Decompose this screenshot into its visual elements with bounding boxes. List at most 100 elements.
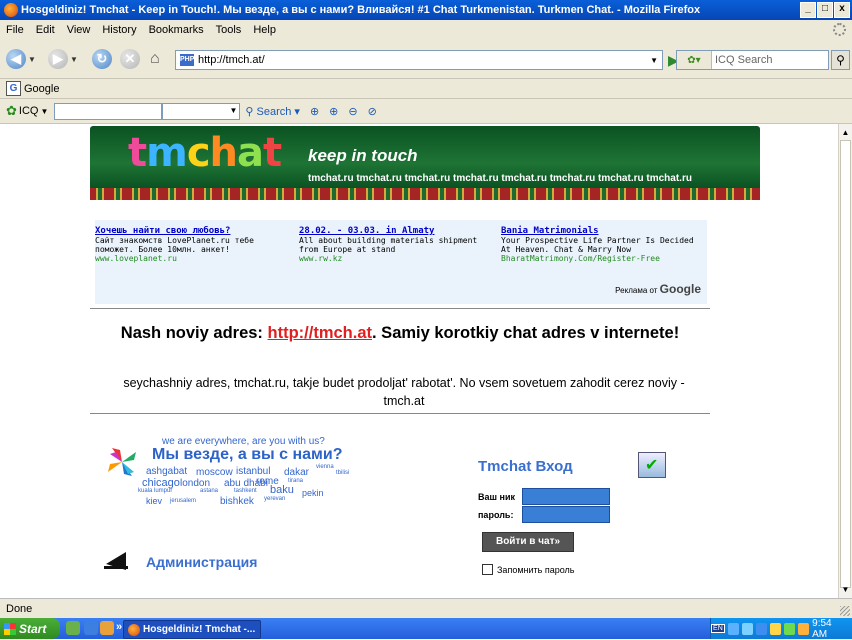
ad-title-link[interactable]: 28.02. - 03.03. in Almaty xyxy=(299,226,494,236)
password-label: пароль: xyxy=(478,510,514,520)
zoom-out-icon[interactable]: ⊖ xyxy=(348,105,357,118)
stop-button[interactable]: ✕ xyxy=(120,48,140,70)
ad-title-link[interactable]: Хочешь найти свою любовь? xyxy=(95,226,290,236)
google-toolbar: G Google xyxy=(0,79,852,99)
tmchat-logo[interactable]: tmchat xyxy=(128,130,282,176)
tray-app-icon[interactable] xyxy=(798,622,810,635)
highlight-pen-icon[interactable]: ⊘ xyxy=(368,105,377,118)
city-tag: moscow xyxy=(196,467,233,478)
network2-icon[interactable] xyxy=(741,622,753,635)
ad-block: Хочешь найти свою любовь? Сайт знакомств… xyxy=(95,220,707,304)
ad-url[interactable]: www.rw.kz xyxy=(299,254,494,263)
firefox-icon xyxy=(4,3,18,17)
remember-checkbox[interactable] xyxy=(482,564,493,575)
forward-arrow-icon: ▶ xyxy=(48,49,68,69)
city-tag: pekin xyxy=(302,488,324,498)
start-label: Start xyxy=(19,621,47,636)
menu-file[interactable]: File xyxy=(0,24,30,36)
shield-icon[interactable] xyxy=(755,622,767,635)
url-bar[interactable]: PHP http://tmch.at/ ▼ xyxy=(175,50,663,70)
ad-url[interactable]: BharatMatrimony.Com/Register-Free xyxy=(501,254,696,263)
ad-item: 28.02. - 03.03. in Almaty All about buil… xyxy=(299,226,494,263)
ads-by-google[interactable]: Реклама от Google xyxy=(615,282,701,296)
search-magnifier-icon[interactable]: ⚲ xyxy=(831,50,850,70)
minimize-button[interactable]: _ xyxy=(800,2,816,18)
city-tag: tbilisi xyxy=(336,470,350,476)
scroll-down-icon[interactable]: ▼ xyxy=(839,583,852,596)
ad-url[interactable]: www.loveplanet.ru xyxy=(95,254,290,263)
login-panel: Tmchat Вход Ваш ник пароль: Войти в чат»… xyxy=(472,442,702,592)
pinwheel-icon xyxy=(108,448,136,476)
logo-letter: h xyxy=(209,130,239,176)
icq-search-input[interactable] xyxy=(54,102,163,120)
google-toolbar-label[interactable]: Google xyxy=(24,83,59,95)
back-button[interactable]: ◀ ▼ xyxy=(6,48,36,70)
scroll-up-icon[interactable]: ▲ xyxy=(839,126,852,139)
logo-letter: t xyxy=(128,130,147,176)
reload-button[interactable]: ↻ xyxy=(92,48,112,70)
new-address-link[interactable]: http://tmch.at xyxy=(268,324,373,342)
city-cloud: we are everywhere, are you with us? Мы в… xyxy=(104,436,354,507)
power-icon[interactable] xyxy=(769,622,782,635)
icq-tray-icon[interactable] xyxy=(784,622,796,635)
taskbar-firefox-window[interactable]: Hosgeldiniz! Tmchat -... xyxy=(123,620,261,639)
google-g-icon[interactable]: G xyxy=(6,81,21,96)
city-tag: baku xyxy=(270,484,294,496)
quicklaunch-media-icon[interactable] xyxy=(100,621,114,635)
forward-button[interactable]: ▶ ▼ xyxy=(48,48,78,70)
search-engine-icon[interactable]: ✿▾ xyxy=(677,51,712,69)
search-placeholder: ICQ Search xyxy=(715,54,773,66)
home-button[interactable]: ⌂ xyxy=(150,48,160,70)
menu-edit[interactable]: Edit xyxy=(30,24,61,36)
url-text: http://tmch.at/ xyxy=(198,54,265,66)
administration-label: Администрация xyxy=(146,554,258,570)
icq-search-button[interactable]: ⚲ Search ▾ xyxy=(245,105,300,118)
back-dropdown-icon[interactable]: ▼ xyxy=(28,55,36,64)
quicklaunch-desktop-icon[interactable] xyxy=(66,621,80,635)
maximize-button[interactable]: □ xyxy=(817,2,833,18)
login-submit-button[interactable]: Войти в чат» xyxy=(482,532,574,552)
menu-view[interactable]: View xyxy=(61,24,97,36)
headline-text: . Samiy korotkiy chat adres v internete! xyxy=(372,324,680,342)
nick-input[interactable] xyxy=(522,488,610,505)
zoom-in-icon[interactable]: ⊕ xyxy=(310,105,319,118)
icq-search-label: Search xyxy=(256,105,292,118)
resize-grip-icon[interactable] xyxy=(840,606,850,616)
logo-letter: m xyxy=(146,130,188,176)
start-button[interactable]: Start xyxy=(0,618,60,639)
password-input[interactable] xyxy=(522,506,610,523)
city-tag: vienna xyxy=(316,464,334,470)
windows-logo-icon xyxy=(4,622,16,635)
menu-bookmarks[interactable]: Bookmarks xyxy=(143,24,210,36)
ad-item: Хочешь найти свою любовь? Сайт знакомств… xyxy=(95,226,290,263)
city-tag: dakar xyxy=(284,467,310,478)
forward-dropdown-icon[interactable]: ▼ xyxy=(70,55,78,64)
icq-search-history-select[interactable] xyxy=(162,102,241,120)
search-input[interactable]: ✿▾ ICQ Search xyxy=(676,50,829,70)
icq-dropdown-icon[interactable]: ▼ xyxy=(40,107,48,116)
menu-tools[interactable]: Tools xyxy=(210,24,248,36)
menu-help[interactable]: Help xyxy=(247,24,282,36)
zoom-plus-icon[interactable]: ⊕ xyxy=(329,105,338,118)
system-tray: EN 9:54 AM xyxy=(710,618,852,640)
login-title: Tmchat Вход xyxy=(478,458,573,475)
ad-title-link[interactable]: Bania Matrimonials xyxy=(501,226,696,236)
logo-letter: c xyxy=(186,130,211,176)
url-dropdown-icon[interactable]: ▼ xyxy=(650,56,658,65)
quicklaunch-ie-icon[interactable] xyxy=(84,621,98,635)
megaphone-icon xyxy=(104,552,128,570)
close-button[interactable]: x xyxy=(834,2,850,18)
administration-link[interactable]: Администрация xyxy=(104,546,324,576)
remember-password[interactable]: Запомнить пароль xyxy=(482,564,574,575)
scroll-thumb[interactable] xyxy=(840,140,851,588)
quicklaunch-more-icon[interactable]: » xyxy=(116,621,122,633)
site-favicon-icon: PHP xyxy=(180,54,194,66)
language-indicator[interactable]: EN xyxy=(711,624,725,633)
icq-menu-label[interactable]: ICQ xyxy=(19,105,39,117)
vertical-scrollbar[interactable]: ▲ ▼ xyxy=(838,124,852,598)
ornament-border xyxy=(90,188,760,200)
window-titlebar[interactable]: Hosgeldiniz! Tmchat - Keep in Touch!. Мы… xyxy=(0,0,852,20)
network-icon[interactable] xyxy=(727,622,739,635)
domain-links[interactable]: tmchat.ru tmchat.ru tmchat.ru tmchat.ru … xyxy=(308,173,692,184)
menu-history[interactable]: History xyxy=(96,24,142,36)
